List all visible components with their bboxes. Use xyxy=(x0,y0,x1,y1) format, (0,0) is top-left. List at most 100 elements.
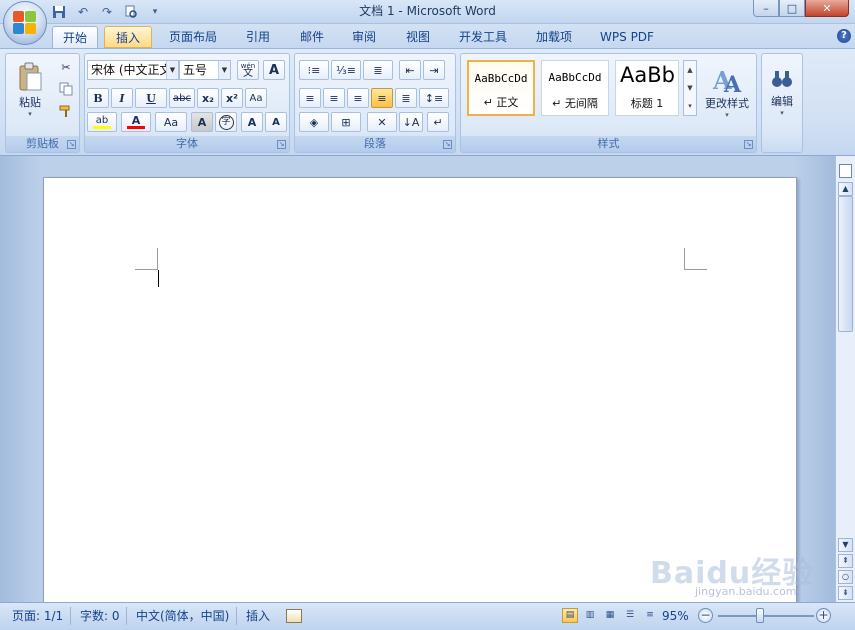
style-sample: AaBb xyxy=(620,63,675,87)
character-shading-button[interactable]: A xyxy=(191,112,213,132)
word-count[interactable]: 字数: 0 xyxy=(80,608,120,624)
underline-button[interactable]: U xyxy=(135,88,167,108)
help-icon[interactable]: ? xyxy=(837,29,851,43)
tab-page-layout[interactable]: 页面布局 xyxy=(160,26,226,48)
style-no-spacing[interactable]: AaBbCcDd ↵ 无间隔 xyxy=(541,60,609,116)
tab-review[interactable]: 审阅 xyxy=(342,26,386,48)
svg-text:A: A xyxy=(723,72,742,95)
tab-home[interactable]: 开始 xyxy=(52,26,98,48)
tab-insert[interactable]: 插入 xyxy=(104,26,152,48)
italic-button[interactable]: I xyxy=(111,88,133,108)
distributed-icon[interactable]: ≣ xyxy=(395,88,417,108)
font-name-combo[interactable]: 宋体 (中文正文 ▼ xyxy=(87,60,179,80)
zoom-slider-thumb[interactable] xyxy=(756,608,764,623)
align-right-icon[interactable]: ≡ xyxy=(347,88,369,108)
style-sample: AaBbCcDd xyxy=(474,72,528,85)
justify-icon[interactable]: ≡ xyxy=(371,88,393,108)
browse-object-button[interactable]: ○ xyxy=(838,570,853,584)
zoom-in-icon[interactable]: + xyxy=(816,608,831,623)
office-logo-icon xyxy=(13,11,37,35)
increase-indent-icon[interactable]: ⇥ xyxy=(423,60,445,80)
decrease-indent-icon[interactable]: ⇤ xyxy=(399,60,421,80)
tab-references[interactable]: 引用 xyxy=(236,26,280,48)
close-button[interactable]: ✕ xyxy=(805,0,849,17)
office-button[interactable] xyxy=(3,1,47,45)
font-group-label: 字体 xyxy=(85,136,289,152)
language-indicator[interactable]: 中文(简体，中国) xyxy=(136,608,229,624)
numbering-icon[interactable]: ⅓≡ xyxy=(331,60,361,80)
ruler-toggle-icon[interactable] xyxy=(839,164,852,178)
font-size-combo[interactable]: 五号 ▼ xyxy=(179,60,231,80)
borders-icon[interactable]: ⊞ xyxy=(331,112,361,132)
tab-mailings[interactable]: 邮件 xyxy=(290,26,334,48)
multilevel-list-icon[interactable]: ≣ xyxy=(363,60,393,80)
more-styles-icon[interactable]: ▾ xyxy=(684,97,696,115)
status-bar: 页面: 1/1 字数: 0 中文(简体，中国) 插入 ▤ ▥ ▦ ☰ ≡ 95%… xyxy=(0,602,855,630)
group-styles: AaBbCcDd ↵ 正文 AaBbCcDd ↵ 无间隔 AaBb 标题 1 ▲… xyxy=(460,53,757,153)
vertical-scrollbar[interactable]: ▲ ▼ ⇞ ○ ⇟ xyxy=(835,156,855,602)
scroll-down-button[interactable]: ▼ xyxy=(838,538,853,552)
group-editing: 编辑 ▾ xyxy=(761,53,803,153)
shading-icon[interactable]: ◈ xyxy=(299,112,329,132)
bullets-icon[interactable]: ⁝≡ xyxy=(299,60,329,80)
tab-developer[interactable]: 开发工具 xyxy=(450,26,516,48)
highlight-button[interactable]: ab xyxy=(87,112,117,132)
print-layout-icon[interactable]: ▤ xyxy=(562,608,578,623)
chinese-layout-icon[interactable]: ✕ xyxy=(367,112,397,132)
change-case-icon[interactable]: Aa xyxy=(245,88,267,108)
sort-icon[interactable]: ↓A xyxy=(399,112,423,132)
clear-formatting-button[interactable]: A xyxy=(263,60,285,80)
change-styles-icon: AA xyxy=(712,66,742,95)
zoom-slider[interactable] xyxy=(718,615,814,617)
web-layout-icon[interactable]: ▦ xyxy=(602,608,618,623)
dialog-launcher-icon[interactable]: ↘ xyxy=(744,140,753,149)
window-controls: – □ ✕ xyxy=(753,0,849,17)
style-heading-1[interactable]: AaBb 标题 1 xyxy=(615,60,679,116)
strikethrough-button[interactable]: abc xyxy=(169,88,195,108)
insert-mode[interactable]: 插入 xyxy=(246,608,270,624)
tab-add-ins[interactable]: 加载项 xyxy=(526,26,582,48)
page-count[interactable]: 页面: 1/1 xyxy=(12,608,63,624)
zoom-out-icon[interactable]: − xyxy=(698,608,713,623)
maximize-button[interactable]: □ xyxy=(779,0,805,17)
grow-font-button[interactable]: A xyxy=(241,112,263,132)
align-center-icon[interactable]: ≡ xyxy=(323,88,345,108)
superscript-button[interactable]: x² xyxy=(221,88,243,108)
scroll-thumb[interactable] xyxy=(838,196,853,332)
shrink-font-button[interactable]: A xyxy=(265,112,287,132)
editing-button[interactable]: 编辑 ▾ xyxy=(764,58,800,128)
cut-icon[interactable]: ✂ xyxy=(56,58,76,76)
tab-view[interactable]: 视图 xyxy=(396,26,440,48)
draft-view-icon[interactable]: ≡ xyxy=(642,608,658,623)
line-spacing-icon[interactable]: ↕≡ xyxy=(419,88,449,108)
paste-button[interactable]: 粘贴 ▾ xyxy=(10,58,50,122)
group-font: 宋体 (中文正文 ▼ 五号 ▼ wén 文 A B I U abc x₂ x² … xyxy=(84,53,290,153)
pinyin-guide-button[interactable]: wén 文 xyxy=(237,60,259,80)
format-painter-icon[interactable] xyxy=(56,102,76,120)
font-color-button[interactable]: A xyxy=(121,112,151,132)
case-button[interactable]: Aa xyxy=(155,112,187,132)
show-marks-icon[interactable]: ↵ xyxy=(427,112,449,132)
minimize-button[interactable]: – xyxy=(753,0,779,17)
macro-record-icon[interactable] xyxy=(286,609,302,623)
previous-page-button[interactable]: ⇞ xyxy=(838,554,853,568)
copy-icon[interactable] xyxy=(56,80,76,98)
full-screen-reading-icon[interactable]: ▥ xyxy=(582,608,598,623)
tab-wps-pdf[interactable]: WPS PDF xyxy=(594,26,660,48)
dialog-launcher-icon[interactable]: ↘ xyxy=(67,140,76,149)
scroll-up-icon[interactable]: ▲ xyxy=(684,61,696,79)
enclose-characters-button[interactable]: 字 xyxy=(215,112,237,132)
scroll-down-icon[interactable]: ▼ xyxy=(684,79,696,97)
zoom-level[interactable]: 95% xyxy=(662,608,689,624)
next-page-button[interactable]: ⇟ xyxy=(838,586,853,600)
dialog-launcher-icon[interactable]: ↘ xyxy=(277,140,286,149)
style-normal[interactable]: AaBbCcDd ↵ 正文 xyxy=(467,60,535,116)
bold-button[interactable]: B xyxy=(87,88,109,108)
dialog-launcher-icon[interactable]: ↘ xyxy=(443,140,452,149)
subscript-button[interactable]: x₂ xyxy=(197,88,219,108)
scroll-up-button[interactable]: ▲ xyxy=(838,182,853,196)
change-styles-button[interactable]: AA 更改样式 ▾ xyxy=(701,58,753,126)
status-divider xyxy=(126,607,127,625)
align-left-icon[interactable]: ≡ xyxy=(299,88,321,108)
outline-view-icon[interactable]: ☰ xyxy=(622,608,638,623)
